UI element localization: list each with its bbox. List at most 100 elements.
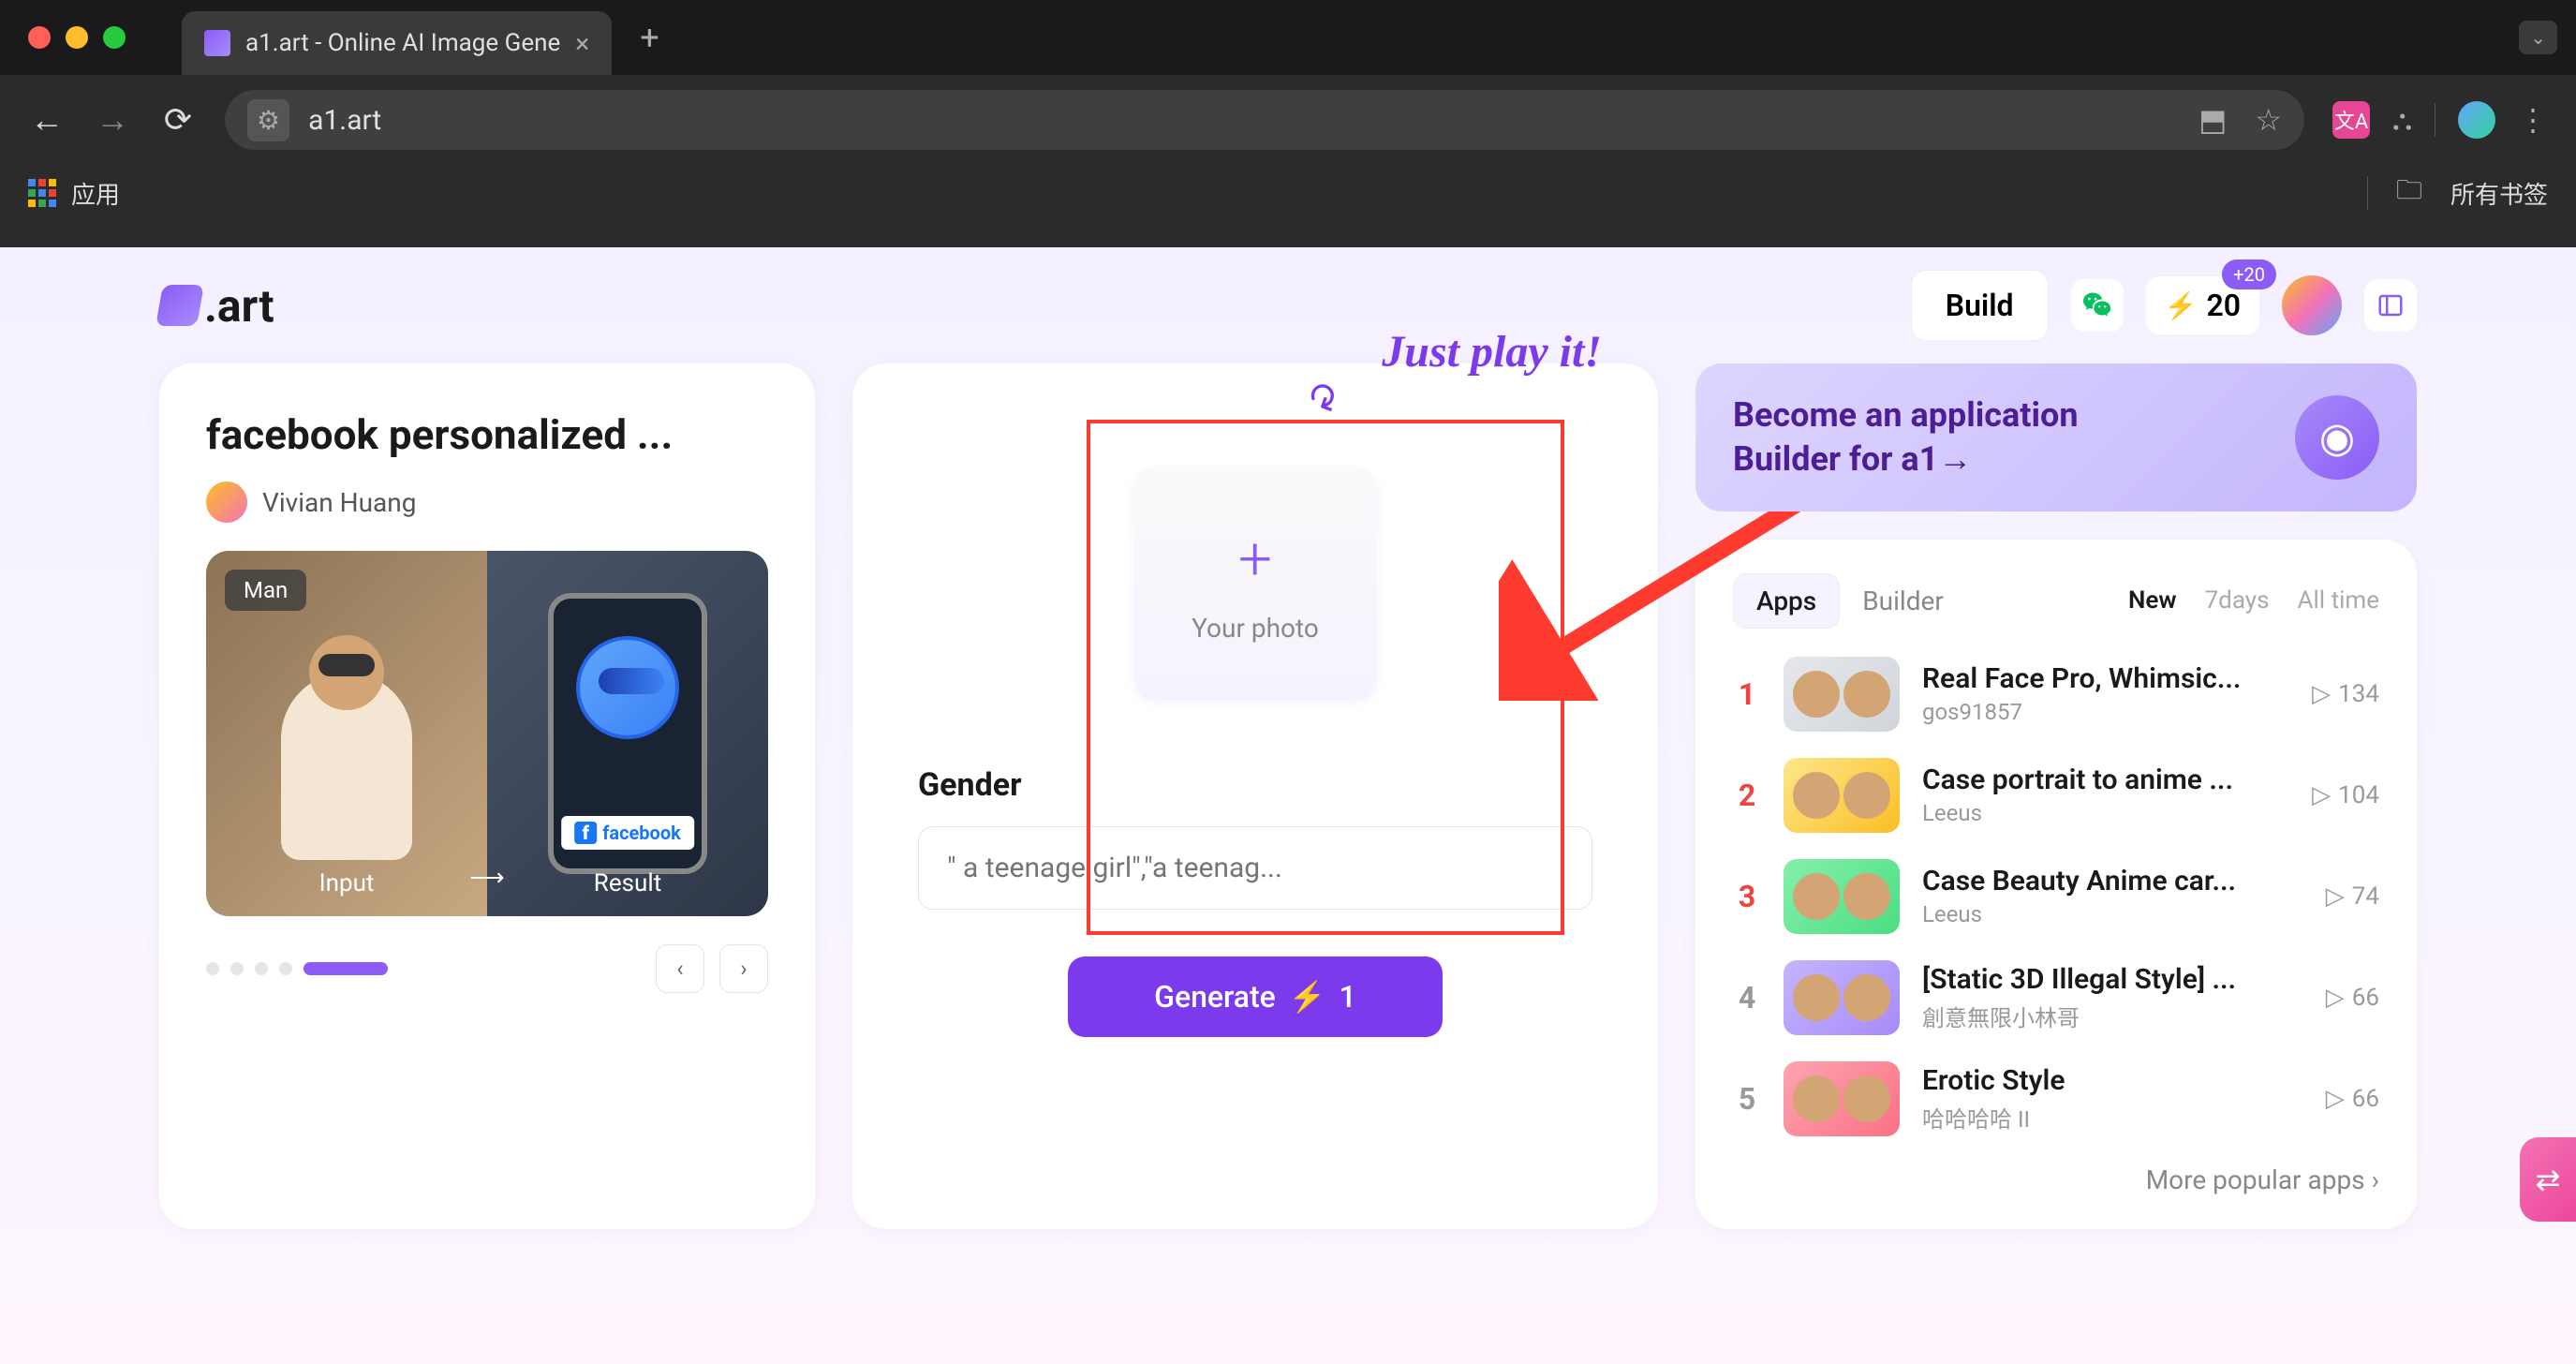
filter-new[interactable]: New bbox=[2128, 586, 2177, 615]
carousel-next-button[interactable]: › bbox=[719, 944, 768, 993]
back-button[interactable]: ← bbox=[28, 100, 66, 140]
app-item-title: Case Beauty Anime car... bbox=[1922, 865, 2303, 897]
extensions-icon[interactable]: ⛬ bbox=[2392, 104, 2412, 137]
address-bar: ← → ⟳ ⚙ a1.art ⬒ ☆ 文A ⛬ ⋮ bbox=[0, 75, 2576, 165]
build-button[interactable]: Build bbox=[1911, 270, 2049, 341]
play-icon: ▷ bbox=[2312, 781, 2331, 809]
app-item-title: [Static 3D Illegal Style] ... bbox=[1922, 963, 2303, 996]
app-runs: ▷104 bbox=[2312, 781, 2379, 809]
play-it-annotation: Just play it! bbox=[1382, 326, 1602, 378]
app-runs: ▷66 bbox=[2326, 984, 2379, 1012]
close-tab-icon[interactable]: × bbox=[575, 28, 589, 59]
bolt-icon: ⚡ bbox=[2165, 290, 2198, 321]
filter-7days[interactable]: 7days bbox=[2205, 586, 2270, 615]
side-widget-button[interactable]: ⇄ bbox=[2520, 1137, 2576, 1222]
wechat-icon[interactable] bbox=[2071, 279, 2124, 332]
app-runs: ▷74 bbox=[2326, 882, 2379, 911]
carousel-dot[interactable] bbox=[255, 962, 268, 975]
filter-alltime[interactable]: All time bbox=[2298, 586, 2379, 615]
app-item[interactable]: 5 Erotic Style 哈哈哈哈 II ▷66 bbox=[1733, 1061, 2379, 1136]
carousel-prev-button[interactable]: ‹ bbox=[656, 944, 704, 993]
browser-chrome: a1.art - Online AI Image Gene × + ⌄ ← → … bbox=[0, 0, 2576, 247]
profile-avatar-icon[interactable] bbox=[2458, 101, 2495, 139]
forward-button[interactable]: → bbox=[94, 100, 131, 140]
app-thumbnail bbox=[1784, 960, 1900, 1035]
logo-text: .art bbox=[204, 279, 274, 333]
app-item[interactable]: 4 [Static 3D Illegal Style] ... 創意無限小林哥 … bbox=[1733, 960, 2379, 1035]
curly-arrow-icon: ↺ bbox=[1301, 369, 1346, 422]
plus-icon: + bbox=[1238, 524, 1272, 594]
input-label: Input bbox=[319, 869, 375, 897]
app-title: facebook personalized ... bbox=[206, 410, 768, 459]
browser-tab[interactable]: a1.art - Online AI Image Gene × bbox=[182, 11, 612, 75]
all-bookmarks-label[interactable]: 所有书签 bbox=[2450, 176, 2548, 211]
app-item[interactable]: 2 Case portrait to anime ... Leeus ▷104 bbox=[1733, 758, 2379, 833]
play-icon: ▷ bbox=[2326, 984, 2345, 1012]
apps-panel: Apps Builder New 7days All time 1 Real F… bbox=[1695, 540, 2417, 1229]
apps-grid-icon[interactable] bbox=[28, 179, 56, 207]
upload-photo-button[interactable]: + Your photo bbox=[1133, 467, 1377, 701]
carousel-dot-active[interactable] bbox=[303, 962, 388, 975]
bolt-icon: ⚡ bbox=[1289, 979, 1326, 1015]
generate-label: Generate bbox=[1154, 979, 1276, 1015]
window-controls bbox=[28, 26, 126, 49]
facebook-label: facebook bbox=[602, 822, 681, 844]
app-thumbnail bbox=[1784, 657, 1900, 732]
close-window-button[interactable] bbox=[28, 26, 51, 49]
app-item-author: 創意無限小林哥 bbox=[1922, 1000, 2303, 1032]
tabs-dropdown-icon[interactable]: ⌄ bbox=[2519, 21, 2557, 54]
site-info-icon[interactable]: ⚙ bbox=[247, 99, 289, 141]
gender-label: Gender bbox=[918, 766, 1592, 804]
reload-button[interactable]: ⟳ bbox=[159, 100, 197, 140]
generate-cost: 1 bbox=[1340, 979, 1356, 1015]
install-app-icon[interactable]: ⬒ bbox=[2198, 102, 2227, 138]
app-rank: 3 bbox=[1733, 879, 1761, 914]
tab-builder[interactable]: Builder bbox=[1840, 574, 1966, 628]
app-item[interactable]: 1 Real Face Pro, Whimsic... gos91857 ▷13… bbox=[1733, 657, 2379, 732]
bookmark-star-icon[interactable]: ☆ bbox=[2255, 102, 2282, 138]
builder-banner[interactable]: Become an application Builder for a1→ ◉ bbox=[1695, 363, 2417, 512]
more-apps-link[interactable]: More popular apps › bbox=[1733, 1164, 2379, 1195]
gender-input[interactable] bbox=[918, 826, 1592, 910]
apps-bookmark-label[interactable]: 应用 bbox=[71, 176, 120, 211]
app-item-author: 哈哈哈哈 II bbox=[1922, 1101, 2303, 1134]
maximize-window-button[interactable] bbox=[103, 26, 126, 49]
app-item-author: Leeus bbox=[1922, 901, 2303, 927]
credits-button[interactable]: ⚡ 20 +20 bbox=[2146, 276, 2259, 334]
banner-title: Become an application Builder for a1→ bbox=[1733, 393, 2379, 482]
app-item[interactable]: 3 Case Beauty Anime car... Leeus ▷74 bbox=[1733, 859, 2379, 934]
app-rank: 4 bbox=[1733, 980, 1761, 1016]
app-thumbnail bbox=[1784, 758, 1900, 833]
generate-button[interactable]: Generate ⚡ 1 bbox=[1068, 956, 1443, 1037]
sidebar-toggle-icon[interactable] bbox=[2364, 279, 2417, 332]
bookmark-bar: 应用 🗀 所有书签 bbox=[0, 165, 2576, 221]
author-row[interactable]: Vivian Huang bbox=[206, 482, 768, 523]
carousel-dot[interactable] bbox=[279, 962, 292, 975]
result-label: Result bbox=[594, 869, 661, 897]
site-logo[interactable]: .art bbox=[159, 279, 274, 333]
credits-badge: +20 bbox=[2222, 259, 2276, 289]
carousel-nav: ‹ › bbox=[206, 944, 768, 993]
minimize-window-button[interactable] bbox=[66, 26, 88, 49]
app-item-author: Leeus bbox=[1922, 800, 2289, 826]
tab-apps[interactable]: Apps bbox=[1733, 573, 1840, 629]
carousel-dot[interactable] bbox=[206, 962, 219, 975]
app-detail-card: facebook personalized ... Vivian Huang M… bbox=[159, 363, 815, 1229]
site-topbar: .art Build ⚡ 20 +20 bbox=[0, 247, 2576, 363]
banner-icon: ◉ bbox=[2295, 395, 2379, 480]
carousel-dot[interactable] bbox=[230, 962, 244, 975]
app-thumbnail bbox=[1784, 1061, 1900, 1136]
user-avatar[interactable] bbox=[2282, 275, 2342, 335]
arrow-right-icon: ⟶ bbox=[469, 864, 504, 892]
tabs-row: Apps Builder New 7days All time bbox=[1733, 573, 2379, 629]
app-rank: 5 bbox=[1733, 1081, 1761, 1117]
url-field[interactable]: ⚙ a1.art ⬒ ☆ bbox=[225, 90, 2304, 150]
new-tab-button[interactable]: + bbox=[640, 18, 659, 57]
app-list: 1 Real Face Pro, Whimsic... gos91857 ▷13… bbox=[1733, 657, 2379, 1136]
chevron-right-icon: › bbox=[2372, 1164, 2379, 1195]
app-thumbnail bbox=[1784, 859, 1900, 934]
preview-badge: Man bbox=[225, 570, 306, 611]
browser-menu-icon[interactable]: ⋮ bbox=[2518, 102, 2548, 138]
translate-extension-icon[interactable]: 文A bbox=[2332, 101, 2370, 139]
extensions-area: 文A ⛬ ⋮ bbox=[2332, 101, 2548, 139]
